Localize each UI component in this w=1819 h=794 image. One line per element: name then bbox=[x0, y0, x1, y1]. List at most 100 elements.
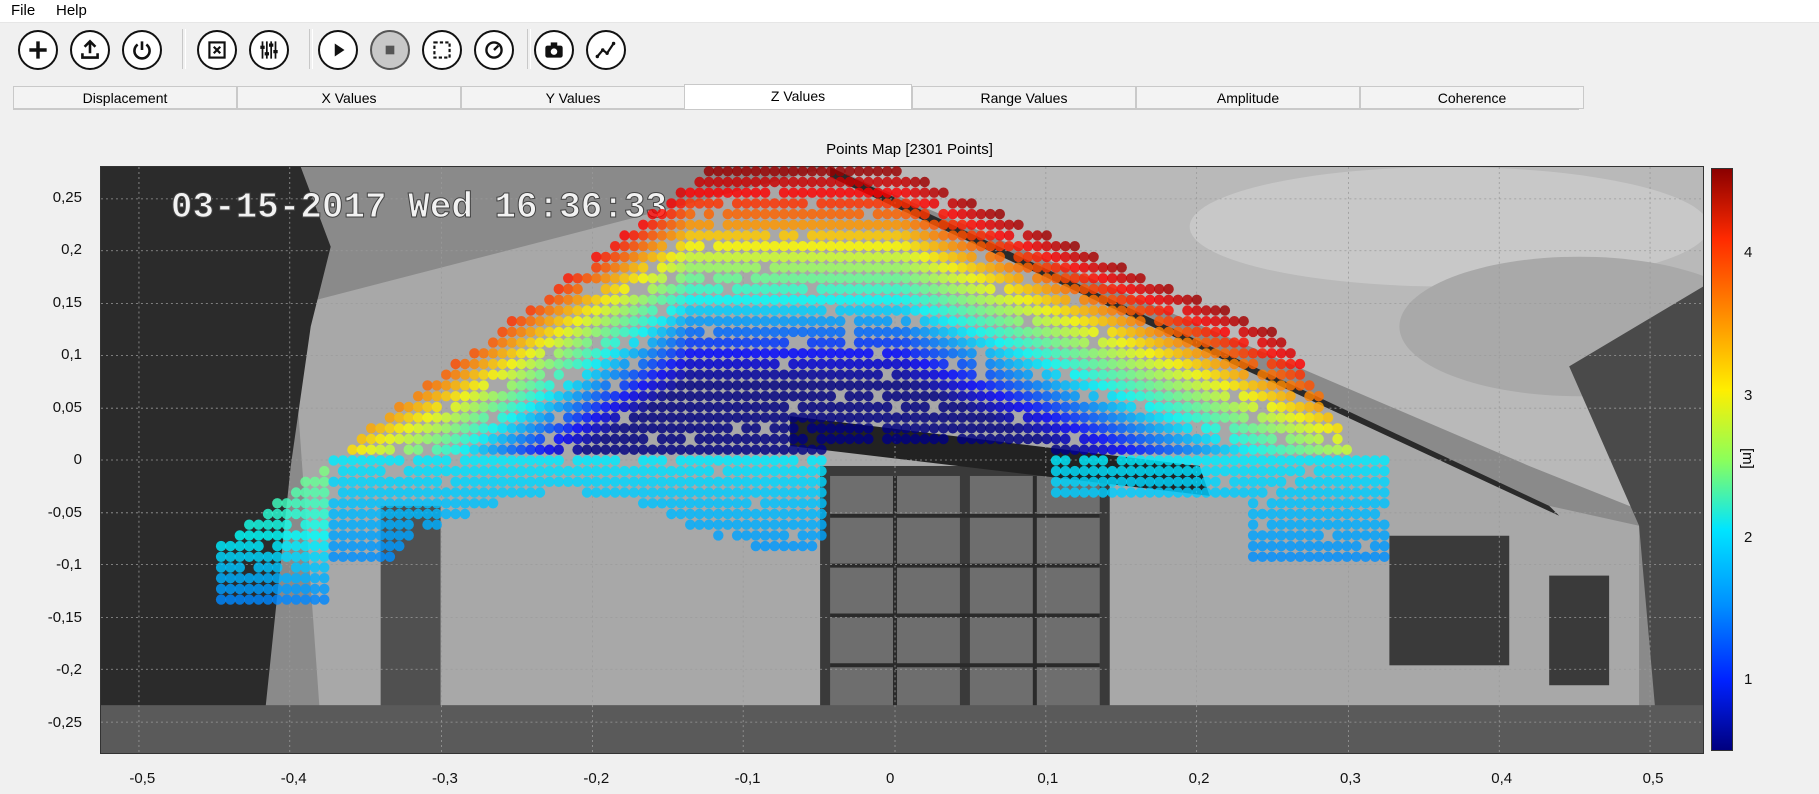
scatter-point bbox=[609, 412, 621, 423]
scatter-point bbox=[666, 433, 677, 445]
tab-displacement[interactable]: Displacement bbox=[13, 86, 237, 109]
power-button[interactable] bbox=[122, 30, 162, 70]
scatter-point bbox=[760, 348, 771, 359]
scatter-point bbox=[722, 498, 733, 509]
scatter-point bbox=[1050, 283, 1062, 295]
tab-range-values[interactable]: Range Values bbox=[912, 86, 1136, 109]
scatter-point bbox=[600, 433, 611, 445]
scatter-point bbox=[685, 508, 696, 520]
scatter-point bbox=[816, 519, 827, 530]
camera-button[interactable] bbox=[534, 30, 574, 70]
scatter-point bbox=[1041, 326, 1052, 338]
scatter-point bbox=[750, 230, 761, 241]
scatter-point bbox=[497, 433, 508, 445]
scatter-point bbox=[750, 176, 761, 188]
scatter-point bbox=[731, 508, 743, 520]
scatter-point bbox=[1191, 294, 1203, 305]
scatter-point bbox=[703, 176, 715, 188]
scatter-point bbox=[872, 337, 883, 348]
scatter-point bbox=[985, 241, 996, 252]
scatter-point bbox=[450, 412, 461, 423]
scatter-point bbox=[1210, 348, 1221, 359]
scatter-point bbox=[441, 444, 452, 455]
tab-coherence[interactable]: Coherence bbox=[1360, 86, 1584, 109]
scatter-point bbox=[656, 208, 668, 220]
scatter-point bbox=[741, 176, 752, 188]
scatter-point bbox=[225, 540, 236, 552]
scatter-point bbox=[591, 348, 602, 359]
scatter-point bbox=[938, 316, 949, 327]
scatter-point bbox=[497, 348, 508, 359]
scatter-point bbox=[1191, 348, 1203, 359]
scatter-point bbox=[835, 358, 846, 370]
scatter-point bbox=[347, 498, 358, 509]
scatter-point bbox=[1050, 476, 1062, 487]
scatter-point bbox=[1154, 433, 1165, 445]
tab-amplitude[interactable]: Amplitude bbox=[1136, 86, 1360, 109]
upload-button[interactable] bbox=[70, 30, 110, 70]
scatter-point bbox=[882, 401, 893, 413]
scatter-point bbox=[1116, 433, 1127, 445]
scatter-point bbox=[713, 391, 724, 402]
scatter-point bbox=[581, 326, 593, 338]
menu-help[interactable]: Help bbox=[56, 2, 87, 19]
tab-y-values[interactable]: Y Values bbox=[461, 86, 685, 109]
add-button[interactable] bbox=[18, 30, 58, 70]
scatter-point bbox=[1257, 337, 1268, 348]
tab-z-values[interactable]: Z Values bbox=[684, 84, 912, 110]
scatter-point bbox=[366, 433, 377, 445]
scatter-point bbox=[731, 176, 743, 188]
select-region-button[interactable] bbox=[422, 30, 462, 70]
scatter-point bbox=[647, 241, 658, 252]
scatter-point bbox=[1154, 444, 1165, 455]
scatter-point bbox=[497, 337, 508, 348]
scatter-point bbox=[1322, 487, 1334, 498]
timer-button[interactable] bbox=[474, 30, 514, 70]
scatter-point bbox=[553, 455, 564, 466]
scatter-point bbox=[1135, 273, 1146, 284]
scatter-point bbox=[1257, 444, 1268, 455]
scatter-point bbox=[844, 198, 855, 209]
scatter-point bbox=[1088, 455, 1099, 466]
tab-x-values[interactable]: X Values bbox=[237, 86, 461, 109]
scatter-point bbox=[806, 455, 818, 466]
scatter-point bbox=[1163, 380, 1174, 391]
scatter-point bbox=[685, 241, 696, 252]
box-x-button[interactable] bbox=[197, 30, 237, 70]
scatter-point bbox=[825, 166, 837, 177]
scatter-point bbox=[816, 176, 827, 188]
scatter-point bbox=[347, 444, 358, 455]
scatter-point bbox=[563, 294, 574, 305]
scatter-point bbox=[553, 401, 564, 413]
scatter-point bbox=[853, 433, 865, 445]
scatter-point bbox=[647, 219, 658, 230]
scatter-point bbox=[525, 444, 536, 455]
scatter-point bbox=[1125, 369, 1137, 380]
scatter-point bbox=[478, 465, 489, 477]
chart-line-button[interactable] bbox=[586, 30, 626, 70]
scatter-point bbox=[1201, 401, 1212, 413]
settings-button[interactable] bbox=[249, 30, 289, 70]
scatter-point bbox=[262, 573, 274, 584]
scatter-point bbox=[1285, 369, 1296, 380]
scatter-point bbox=[422, 455, 433, 466]
stop-button[interactable] bbox=[370, 30, 410, 70]
scatter-point bbox=[910, 262, 921, 273]
scatter-point bbox=[853, 412, 865, 423]
play-button[interactable] bbox=[318, 30, 358, 70]
scatter-point bbox=[1154, 412, 1165, 423]
scatter-point bbox=[1332, 476, 1343, 487]
scatter-point bbox=[290, 583, 302, 595]
scatter-point bbox=[816, 391, 827, 402]
scatter-point bbox=[300, 530, 311, 541]
scatter-point bbox=[985, 337, 996, 348]
scatter-point bbox=[1003, 316, 1015, 327]
scatter-point bbox=[947, 230, 958, 241]
menu-file[interactable]: File bbox=[11, 2, 35, 19]
scatter-point bbox=[975, 391, 987, 402]
scatter-point bbox=[619, 283, 630, 295]
scatter-point bbox=[1154, 455, 1165, 466]
scatter-point bbox=[1097, 337, 1109, 348]
scatter-point bbox=[863, 433, 874, 445]
scatter-point bbox=[647, 380, 658, 391]
